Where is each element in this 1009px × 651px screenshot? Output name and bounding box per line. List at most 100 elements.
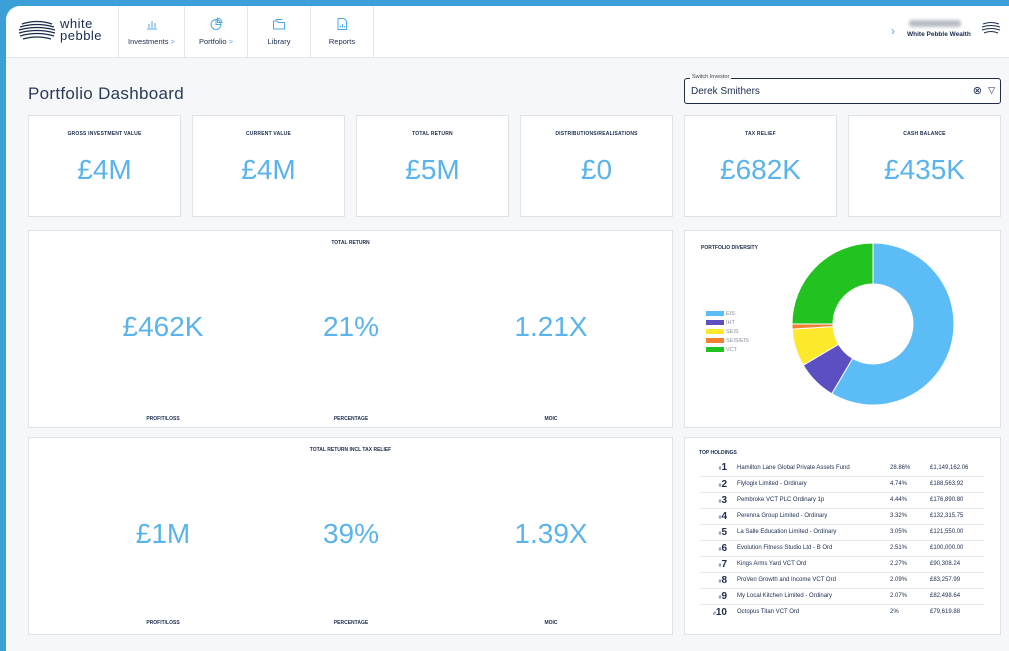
metric-label: MOIC xyxy=(544,416,558,422)
moic-metric: 1.21X xyxy=(461,311,641,343)
kpi-card-current-value: CURRENT VALUE £4M xyxy=(192,115,345,217)
metric-label: MOIC xyxy=(544,620,558,626)
holding-rank: #6 xyxy=(699,540,735,557)
holding-name: La Salle Education Limited - Ordinary xyxy=(735,524,888,541)
holding-amount: £83,257.99 xyxy=(928,572,984,589)
kpi-value: £5M xyxy=(405,154,460,185)
kpi-title: CURRENT VALUE xyxy=(245,131,291,137)
holding-percent: 2.07% xyxy=(888,588,928,605)
holding-percent: 2% xyxy=(890,609,899,616)
table-row[interactable]: #5 La Salle Education Limited - Ordinary 3… xyxy=(699,524,984,541)
pie-chart-icon xyxy=(210,17,223,30)
metric-value: £462K xyxy=(122,311,204,342)
bar-chart-icon xyxy=(146,21,157,30)
holding-percent: 4.44% xyxy=(888,492,928,509)
holding-percent: 2.51% xyxy=(888,540,928,557)
holding-name: ProVen Growth and Income VCT Ord xyxy=(735,572,888,589)
donut-segment-vct[interactable] xyxy=(791,242,874,325)
holding-amount: £79,619.88 xyxy=(930,609,961,616)
table-row[interactable]: #6 Evolution Fitness Studio Ltd - B Ord 2.… xyxy=(699,540,984,557)
holding-percent: 3.32% xyxy=(888,508,928,525)
holding-rank: #4 xyxy=(699,508,735,525)
total-return-panel: TOTAL RETURN £462K 21% 1.21X PROFIT/LOSS… xyxy=(28,230,673,428)
holding-percent: 2.09% xyxy=(888,572,928,589)
nav-portfolio-label: Portfolio > xyxy=(199,37,233,46)
kpi-title: CASH BALANCE xyxy=(903,131,946,137)
nav-investments[interactable]: Investments > xyxy=(118,6,184,58)
metric-value: 21% xyxy=(322,311,380,342)
holding-rank: #8 xyxy=(699,572,735,589)
kpi-card-distributions: DISTRIBUTIONS/REALISATIONS £0 xyxy=(520,115,673,217)
holding-rank: #10 xyxy=(713,606,727,618)
kpi-title: GROSS INVESTMENT VALUE xyxy=(67,131,142,137)
kpi-value: £0 xyxy=(580,154,613,185)
holding-percent: 28.86% xyxy=(888,460,928,477)
table-row[interactable]: #7 Kings Arms Yard VCT Ord 2.27% £90,308.24 xyxy=(699,556,984,573)
profit-loss-metric: £1M xyxy=(73,518,253,550)
percentage-metric: 21% xyxy=(261,311,441,343)
kpi-value: £682K xyxy=(720,154,801,185)
total-return-tax-panel: TOTAL RETURN INCL TAX RELIEF £1M 39% 1.3… xyxy=(28,437,673,635)
moic-metric: 1.39X xyxy=(461,518,641,550)
holding-name: Perenna Group Limited - Ordinary xyxy=(735,508,888,525)
chevron-down-icon[interactable]: ▽ xyxy=(988,85,995,96)
percentage-metric: 39% xyxy=(261,518,441,550)
page-title: Portfolio Dashboard xyxy=(28,84,184,103)
white-pebble-logo[interactable]: white pebble xyxy=(18,17,113,46)
app-window: white pebble Investments > Portfolio > L… xyxy=(6,6,1009,651)
chevron-right-icon: › xyxy=(891,24,895,38)
holding-amount: £176,890.80 xyxy=(928,492,984,509)
profit-loss-metric: £462K xyxy=(73,311,253,343)
holding-amount: £132,315.75 xyxy=(928,508,984,525)
switch-investor-select[interactable]: Switch Investor Derek Smithers ⊗ ▽ xyxy=(684,74,1001,104)
kpi-title: TAX RELIEF xyxy=(745,131,776,137)
holding-name: My Local Kitchen Limited - Ordinary xyxy=(735,588,888,605)
nav-reports[interactable]: Reports xyxy=(310,6,374,58)
clear-icon[interactable]: ⊗ xyxy=(973,84,982,97)
kpi-title: DISTRIBUTIONS/REALISATIONS xyxy=(555,131,638,137)
kpi-card-gross-investment-value: GROSS INVESTMENT VALUE £4M xyxy=(28,115,181,217)
report-icon xyxy=(337,18,347,30)
nav-library[interactable]: Library xyxy=(247,6,310,58)
pebble-logo-icon xyxy=(18,20,56,40)
table-row[interactable]: #2 Flylogix Limited - Ordinary 4.74% £188,5… xyxy=(699,476,984,493)
table-row[interactable]: #4 Perenna Group Limited - Ordinary 3.32% £… xyxy=(699,508,984,525)
portfolio-diversity-panel: PORTFOLIO DIVERSITY EIS IHT SEIS SEIS/EIS VC… xyxy=(684,230,1001,428)
pebble-logo-icon xyxy=(981,22,1001,34)
holding-rank: #2 xyxy=(699,476,735,493)
holding-rank: #5 xyxy=(699,524,735,541)
panel-title: TOTAL RETURN INCL TAX RELIEF xyxy=(309,447,392,453)
kpi-value: £4M xyxy=(241,154,296,185)
holdings-table: #1 Hamilton Lane Global Private Assets Fu… xyxy=(699,460,984,620)
donut-chart xyxy=(791,242,955,406)
holding-amount: £100,000.00 xyxy=(928,540,984,557)
holding-name: Flylogix Limited - Ordinary xyxy=(735,476,888,493)
kpi-card-tax-relief: TAX RELIEF £682K xyxy=(684,115,837,217)
metric-label: PROFIT/LOSS xyxy=(146,620,180,626)
holding-percent: 2.27% xyxy=(888,556,928,573)
kpi-card-total-return: TOTAL RETURN £5M xyxy=(356,115,509,217)
metric-value: £1M xyxy=(135,518,191,549)
holding-percent: 4.74% xyxy=(888,476,928,493)
table-row[interactable]: #8 ProVen Growth and Income VCT Ord 2.09% £… xyxy=(699,572,984,589)
kpi-title: TOTAL RETURN xyxy=(412,131,453,137)
metric-label: PROFIT/LOSS xyxy=(146,416,180,422)
holding-name: Evolution Fitness Studio Ltd - B Ord xyxy=(735,540,888,557)
holding-amount: £90,308.24 xyxy=(928,556,984,573)
metric-value: 1.21X xyxy=(514,311,588,342)
holding-rank: #7 xyxy=(699,556,735,573)
folder-icon xyxy=(273,19,285,30)
nav-reports-label: Reports xyxy=(328,37,356,46)
top-navigation-bar: white pebble Investments > Portfolio > L… xyxy=(6,6,1009,58)
table-row[interactable]: #9 My Local Kitchen Limited - Ordinary 2.0… xyxy=(699,588,984,605)
holding-amount: £1,149,162.06 xyxy=(928,460,984,477)
user-organisation: White Pebble Wealth xyxy=(907,31,971,38)
user-menu[interactable]: › White Pebble Wealth xyxy=(891,16,1001,48)
nav-portfolio[interactable]: Portfolio > xyxy=(184,6,247,58)
table-row[interactable]: #1 Hamilton Lane Global Private Assets Fu… xyxy=(699,460,984,477)
user-name-redacted xyxy=(909,20,961,27)
holding-percent: 3.05% xyxy=(888,524,928,541)
table-row[interactable]: #10 Octopus Titan VCT Ord 2% £79,619.88 xyxy=(699,604,984,620)
table-row[interactable]: #3 Pembroke VCT PLC Ordinary 1p 4.44% £176,… xyxy=(699,492,984,509)
holding-rank: #1 xyxy=(699,460,735,477)
